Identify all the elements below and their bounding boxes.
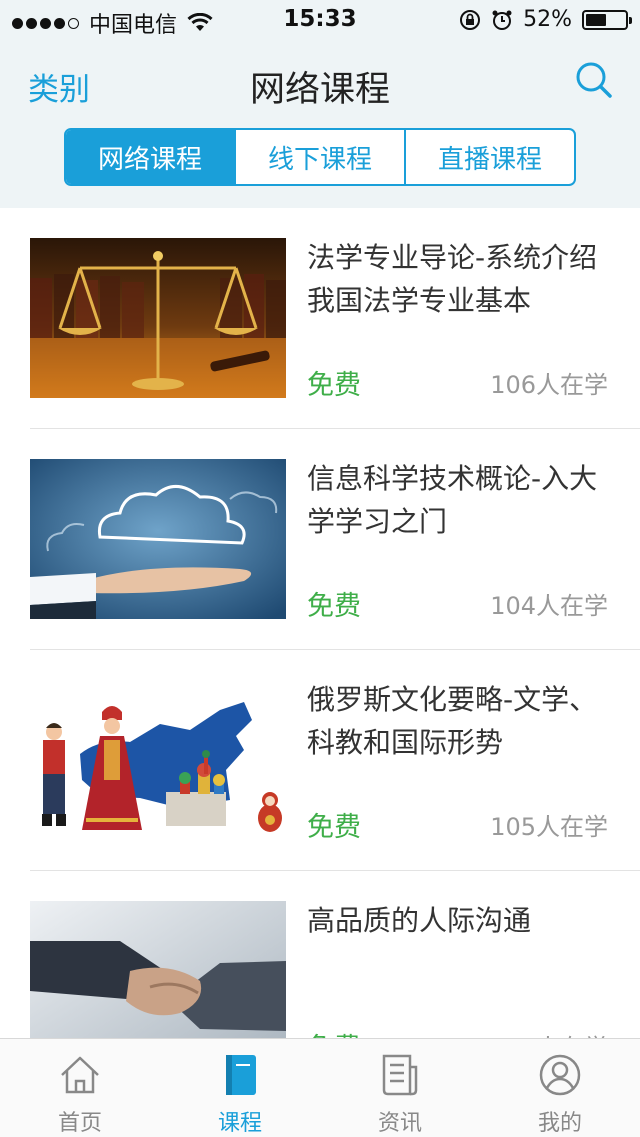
course-learners: 104人在学 (490, 592, 608, 620)
nav-bar: 类别 网络课程 (0, 40, 640, 128)
tab-label: 我的 (537, 1111, 582, 1136)
rotation-lock-icon (460, 9, 481, 30)
russia-culture-image (30, 680, 286, 840)
course-title: 高品质的人际沟通 (307, 904, 532, 937)
course-price: 免费 (307, 370, 361, 401)
battery-percent: 52% (523, 7, 572, 32)
news-icon (382, 1054, 418, 1096)
tab-live-courses[interactable]: 直播课程 (404, 130, 574, 184)
user-icon (539, 1054, 581, 1096)
course-price: 免费 (307, 812, 361, 843)
course-item[interactable]: 法学专业导论-系统介绍我国法学专业基本 免费 106人在学 (30, 208, 640, 429)
course-title: 信息科学技术概论-入大学学习之门 (307, 462, 598, 538)
tab-label: 课程 (217, 1111, 262, 1136)
course-item[interactable]: 高品质的人际沟通 免费 78人在学 (30, 871, 640, 1038)
course-type-segmented-control: 网络课程 线下课程 直播课程 (64, 128, 576, 186)
course-item[interactable]: 信息科学技术概论-入大学学习之门 免费 104人在学 (30, 429, 640, 650)
home-icon (61, 1056, 99, 1094)
tab-label: 资讯 (377, 1111, 422, 1136)
course-price: 免费 (307, 591, 361, 622)
cloud-in-hand-image (30, 459, 286, 619)
book-icon (226, 1055, 256, 1095)
tab-home[interactable]: 首页 (0, 1039, 160, 1137)
page-title: 网络课程 (249, 70, 390, 110)
course-list: 法学专业导论-系统介绍我国法学专业基本 免费 106人在学 信息科学技术概论-入… (0, 208, 640, 1038)
course-learners: 78人在学 (505, 1028, 608, 1038)
course-price: 免费 (307, 1026, 361, 1038)
alarm-icon (492, 10, 512, 30)
status-bar: 中国电信 15:33 52% (0, 0, 640, 40)
bottom-tab-bar: 首页 课程 资讯 我的 (0, 1038, 640, 1137)
header-area: 中国电信 15:33 52% 类别 网络课程 网络课程 线下课程 直播课程 (0, 0, 640, 208)
course-learners: 105人在学 (490, 813, 608, 841)
course-learners: 106人在学 (490, 371, 608, 399)
tab-courses[interactable]: 课程 (160, 1039, 320, 1137)
tab-online-courses[interactable]: 网络课程 (66, 130, 234, 184)
course-title: 法学专业导论-系统介绍我国法学专业基本 (307, 241, 598, 317)
tab-profile[interactable]: 我的 (480, 1039, 640, 1137)
tab-label: 首页 (57, 1111, 102, 1136)
course-item[interactable]: 俄罗斯文化要略-文学、科教和国际形势 免费 105人在学 (30, 650, 640, 871)
handshake-image (30, 901, 286, 1038)
tab-news[interactable]: 资讯 (320, 1039, 480, 1137)
search-icon[interactable] (574, 60, 614, 100)
battery-icon (582, 9, 632, 30)
course-title: 俄罗斯文化要略-文学、科教和国际形势 (307, 683, 598, 759)
scales-of-justice-image (30, 238, 286, 398)
status-right: 52% (459, 7, 632, 32)
tab-offline-courses[interactable]: 线下课程 (234, 130, 404, 184)
